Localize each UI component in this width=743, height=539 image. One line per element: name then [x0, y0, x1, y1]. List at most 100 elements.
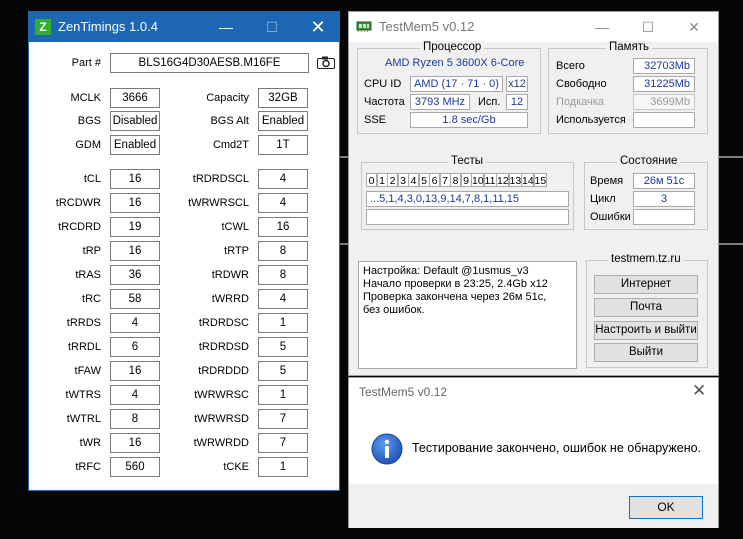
log-line: Проверка закончена через 26м 51с, — [363, 291, 547, 303]
timing-value: 16 — [110, 361, 160, 381]
field-label: BGS Alt — [210, 115, 249, 127]
maximize-button[interactable]: ☐ — [249, 12, 295, 42]
timing-label: tRCDRD — [58, 221, 101, 233]
memory-chip-icon — [356, 21, 372, 32]
timing-label: tRTP — [224, 245, 249, 257]
swap-field: 3699Mb — [633, 94, 695, 110]
timing-value: 4 — [258, 169, 308, 189]
close-button[interactable]: ✕ — [671, 12, 717, 42]
timing-value: 16 — [110, 193, 160, 213]
timing-label: tRFC — [75, 461, 101, 473]
timing-label: tWRWRSD — [194, 413, 249, 425]
used-threads-label: Исп. — [478, 96, 501, 108]
site-title: testmem.tz.ru — [608, 253, 684, 265]
timing-value: 8 — [110, 409, 160, 429]
memory-total-field: 32703Mb — [633, 58, 695, 74]
test-number-cell: 3 — [397, 173, 409, 187]
threads-field: x12 — [506, 76, 528, 92]
timing-label: tRDWR — [211, 269, 249, 281]
log-line: Начало проверки в 23:25, 2.4Gb x12 — [363, 278, 548, 290]
timing-label: tCKE — [223, 461, 249, 473]
timing-value: 16 — [258, 217, 308, 237]
test-number-cell: 9 — [460, 173, 472, 187]
internet-button[interactable]: Интернет — [594, 275, 698, 294]
memory-group-title: Память — [606, 41, 653, 53]
timing-label: tWRRD — [211, 293, 249, 305]
errors-field — [633, 209, 695, 225]
test-number-cell: 4 — [408, 173, 419, 187]
ok-button[interactable]: OK — [629, 496, 703, 519]
timing-value: 58 — [110, 289, 160, 309]
configure-exit-button[interactable]: Настроить и выйти — [594, 321, 698, 340]
test-number-cell: 7 — [439, 173, 451, 187]
test-sequence-field: ...5,1,4,3,0,13,9,14,7,8,1,11,15 — [366, 191, 569, 207]
screenshot-camera-icon[interactable] — [317, 56, 335, 69]
timing-value: 1 — [258, 313, 308, 333]
exit-button[interactable]: Выйти — [594, 343, 698, 362]
cpu-name: AMD Ryzen 5 3600X 6-Core — [385, 57, 525, 69]
timing-label: tCL — [83, 173, 101, 185]
timing-label: tWRWRSC — [194, 389, 249, 401]
tests-group-title: Тесты — [448, 155, 487, 167]
timing-value: 4 — [258, 193, 308, 213]
testmem-titlebar[interactable]: TestMem5 v0.12 — ☐ ✕ — [349, 12, 718, 42]
field-label: Cmd2T — [212, 139, 249, 151]
dialog-footer: OK — [349, 484, 718, 528]
timing-label: tRRDL — [67, 341, 101, 353]
test-number-cell: 5 — [418, 173, 430, 187]
timing-value: 8 — [258, 265, 308, 285]
field-label: MCLK — [70, 92, 101, 104]
processor-group-title: Процессор — [420, 41, 485, 53]
timing-value: 4 — [110, 385, 160, 405]
frequency-label: Частота — [364, 96, 405, 108]
maximize-button[interactable]: ☐ — [625, 12, 671, 42]
close-button[interactable]: ✕ — [295, 12, 341, 42]
log-textbox[interactable]: Настройка: Default @1usmus_v3 Начало пров… — [358, 261, 577, 369]
info-icon — [371, 433, 403, 465]
dialog-message: Тестирование закончено, ошибок не обнару… — [412, 441, 702, 455]
mail-button[interactable]: Почта — [594, 298, 698, 317]
memory-inuse-label: Используется — [556, 114, 626, 126]
timing-label: tWTRL — [66, 413, 101, 425]
test-number-cell: 10 — [471, 173, 484, 187]
timing-value: 7 — [258, 433, 308, 453]
test-number-cell: 11 — [483, 173, 497, 187]
part-number-field: BLS16G4D30AESB.M16FE — [110, 53, 309, 73]
timing-value: 19 — [110, 217, 160, 237]
timing-value: 8 — [258, 241, 308, 261]
errors-label: Ошибки — [590, 211, 631, 223]
sse-field: 1.8 sec/Gb — [410, 112, 528, 128]
zentimings-titlebar[interactable]: Z ZenTimings 1.0.4 — ☐ ✕ — [29, 12, 339, 42]
timing-value: 36 — [110, 265, 160, 285]
cycle-label: Цикл — [590, 193, 616, 205]
field-value: 1T — [258, 135, 308, 155]
test-number-cell: 12 — [496, 173, 509, 187]
timing-value: 1 — [258, 385, 308, 405]
test-number-cell: 13 — [508, 173, 522, 187]
timing-value: 7 — [258, 409, 308, 429]
field-label: GDM — [75, 139, 101, 151]
memory-free-label: Свободно — [556, 78, 607, 90]
minimize-button[interactable]: — — [203, 12, 249, 42]
timing-label: tRRDS — [66, 317, 101, 329]
status-group-title: Состояние — [617, 155, 681, 167]
zentimings-window: Z ZenTimings 1.0.4 — ☐ ✕ Part # BLS16G4D3… — [28, 11, 340, 491]
field-value: Enabled — [110, 135, 160, 155]
frequency-field: 3793 MHz — [410, 94, 470, 110]
dialog-close-button[interactable]: ✕ — [692, 381, 706, 401]
memory-inuse-field — [633, 112, 695, 128]
timing-value: 16 — [110, 433, 160, 453]
timing-value: 16 — [110, 241, 160, 261]
timing-value: 560 — [110, 457, 160, 477]
cpuid-label: CPU ID — [364, 78, 402, 90]
cpuid-field: AMD (17 · 71 · 0) — [410, 76, 503, 92]
swap-label: Подкачка — [556, 96, 605, 108]
test-number-cell: 8 — [450, 173, 461, 187]
minimize-button[interactable]: — — [579, 12, 625, 42]
timing-label: tWRWRSCL — [188, 197, 249, 209]
field-label: Capacity — [206, 92, 249, 104]
timing-label: tRAS — [75, 269, 101, 281]
field-value: Enabled — [258, 111, 308, 131]
timing-value: 5 — [258, 361, 308, 381]
timing-label: tRDRDSD — [198, 341, 249, 353]
